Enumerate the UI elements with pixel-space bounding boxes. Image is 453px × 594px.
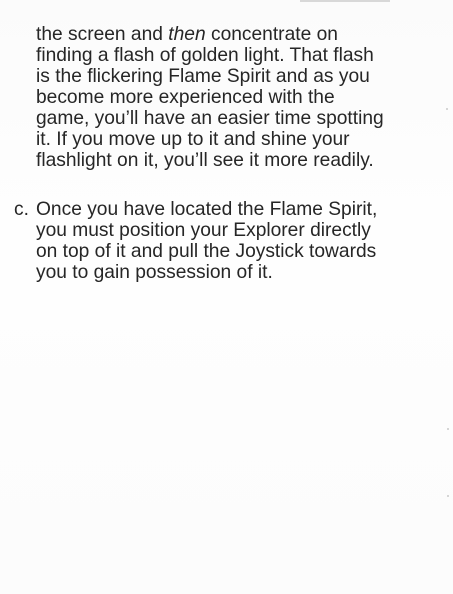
item-line-2: you must position your Explorer directly <box>36 220 371 241</box>
paragraph-line-3: is the flickering Flame Spirit and as yo… <box>36 66 370 87</box>
list-item-body: Once you have located the Flame Spirit, … <box>36 199 426 283</box>
paragraph-line-7: flashlight on it, you’ll see it more rea… <box>36 150 374 171</box>
emphasized-word: then <box>168 24 206 45</box>
paragraph-line-1: the screen and then concentrate on <box>36 24 426 45</box>
continued-paragraph: the screen and then concentrate on findi… <box>36 24 426 171</box>
page-edge-mark <box>300 0 390 2</box>
paragraph-line-1-start: the screen and <box>36 24 169 45</box>
item-line-3: on top of it and pull the Joystick towar… <box>36 241 377 262</box>
paper-speck <box>447 428 449 430</box>
item-line-1: Once you have located the Flame Spirit, <box>36 199 378 220</box>
paper-speck <box>446 108 448 110</box>
list-item-marker: c. <box>14 199 29 220</box>
paragraph-line-6: it. If you move up to it and shine your <box>36 129 350 150</box>
manual-page: the screen and then concentrate on findi… <box>0 0 453 594</box>
item-line-4: you to gain possession of it. <box>36 262 273 283</box>
paragraph-line-4: become more experienced with the <box>36 87 335 108</box>
paragraph-line-2: finding a flash of golden light. That fl… <box>36 45 374 66</box>
paragraph-line-5: game, you’ll have an easier time spottin… <box>36 108 384 129</box>
paragraph-line-1-end: concentrate on <box>205 24 338 45</box>
paper-speck <box>447 495 449 497</box>
